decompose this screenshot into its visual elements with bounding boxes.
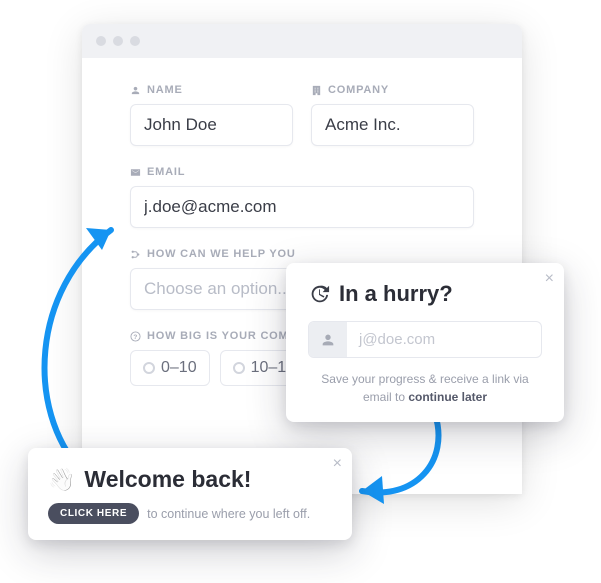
traffic-light-dot <box>96 36 106 46</box>
hurry-title: In a hurry? <box>308 281 542 307</box>
building-icon <box>311 85 322 96</box>
hurry-email-input[interactable]: j@doe.com <box>308 321 542 358</box>
traffic-light-dot <box>113 36 123 46</box>
company-input[interactable] <box>311 104 474 146</box>
person-icon <box>130 85 141 96</box>
envelope-icon <box>130 167 141 178</box>
traffic-light-dot <box>130 36 140 46</box>
close-icon[interactable]: × <box>545 271 554 287</box>
hurry-email-placeholder: j@doe.com <box>347 322 541 357</box>
email-field: EMAIL <box>130 166 474 228</box>
name-field: NAME <box>130 84 293 146</box>
arrow-to-email <box>26 210 156 480</box>
welcome-subline: CLICK HERE to continue where you left of… <box>48 503 332 524</box>
email-input[interactable] <box>130 186 474 228</box>
company-field: COMPANY <box>311 84 474 146</box>
company-label: COMPANY <box>311 84 474 96</box>
window-title-bar <box>82 24 522 58</box>
hurry-popup: × In a hurry? j@doe.com Save your progre… <box>286 263 564 422</box>
user-icon <box>309 322 347 357</box>
email-label: EMAIL <box>130 166 474 178</box>
name-label: NAME <box>130 84 293 96</box>
help-label: HOW CAN WE HELP YOU <box>130 248 474 260</box>
click-here-button[interactable]: CLICK HERE <box>48 503 139 524</box>
clock-back-icon <box>308 283 330 305</box>
welcome-title: 👋 Welcome back! <box>48 466 332 493</box>
welcome-popup: × 👋 Welcome back! CLICK HERE to continue… <box>28 448 352 540</box>
wave-icon: 👋 <box>48 467 75 493</box>
hurry-subtext: Save your progress & receive a link via … <box>308 370 542 406</box>
close-icon[interactable]: × <box>333 456 342 472</box>
name-input[interactable] <box>130 104 293 146</box>
